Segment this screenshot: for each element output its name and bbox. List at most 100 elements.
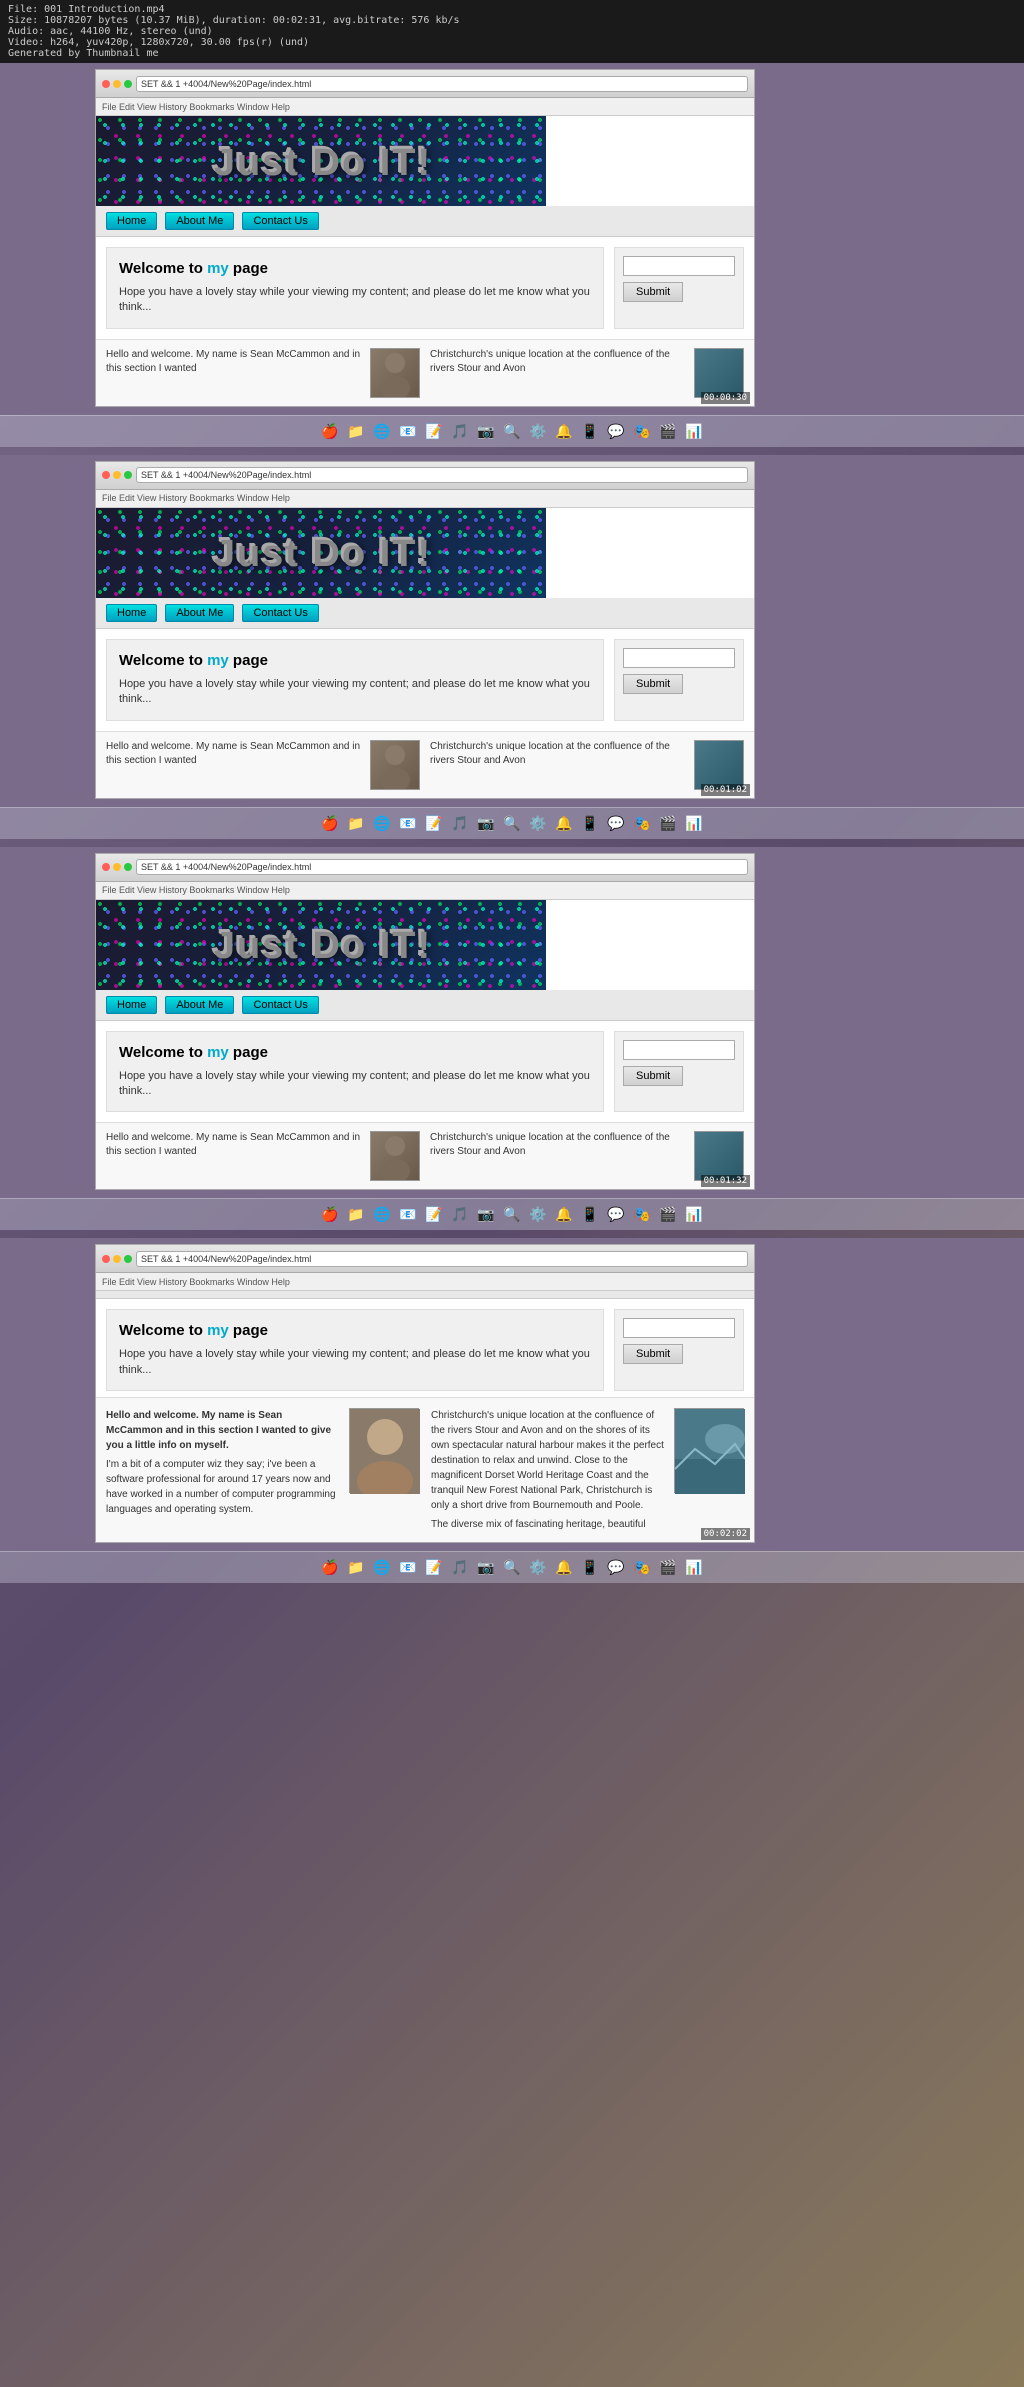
- nav-home-2[interactable]: Home: [106, 604, 157, 622]
- site-below-2: Hello and welcome. My name is Sean McCam…: [96, 731, 754, 798]
- dock-icon-2-2[interactable]: 📁: [344, 811, 368, 835]
- dock-icon-4-15[interactable]: 📊: [682, 1556, 706, 1580]
- address-bar-4[interactable]: SET && 1 +4004/New%20Page/index.html: [136, 1251, 748, 1267]
- address-bar-1[interactable]: SET && 1 +4004/New%20Page/index.html: [136, 76, 748, 92]
- dock-icon-2-8[interactable]: 🔍: [500, 811, 524, 835]
- close-button-2[interactable]: [102, 471, 110, 479]
- nav-home-1[interactable]: Home: [106, 212, 157, 230]
- dock-icon-3-2[interactable]: 📁: [344, 1203, 368, 1227]
- dock-icon-3-9[interactable]: ⚙️: [526, 1203, 550, 1227]
- dock-icon-3-8[interactable]: 🔍: [500, 1203, 524, 1227]
- dock-icon-15[interactable]: 📊: [682, 419, 706, 443]
- dock-icon-6[interactable]: 🎵: [448, 419, 472, 443]
- dock-icon-2-10[interactable]: 🔔: [552, 811, 576, 835]
- dock-icon-2-7[interactable]: 📷: [474, 811, 498, 835]
- dock-icon-14[interactable]: 🎬: [656, 419, 680, 443]
- dock-icon-3-3[interactable]: 🌐: [370, 1203, 394, 1227]
- dock-icon-3-5[interactable]: 📝: [422, 1203, 446, 1227]
- dock-icon-3-12[interactable]: 💬: [604, 1203, 628, 1227]
- dock-icon-11[interactable]: 📱: [578, 419, 602, 443]
- dock-icon-10[interactable]: 🔔: [552, 419, 576, 443]
- maximize-button-2[interactable]: [124, 471, 132, 479]
- dock-icon-5[interactable]: 📝: [422, 419, 446, 443]
- nav-contact-1[interactable]: Contact Us: [242, 212, 318, 230]
- maximize-button-1[interactable]: [124, 80, 132, 88]
- dock-icon-2-9[interactable]: ⚙️: [526, 811, 550, 835]
- dock-icon-3[interactable]: 🌐: [370, 419, 394, 443]
- sidebar-submit-4[interactable]: Submit: [623, 1344, 683, 1364]
- nav-about-1[interactable]: About Me: [165, 212, 234, 230]
- dock-icon-2[interactable]: 📁: [344, 419, 368, 443]
- sidebar-input-3[interactable]: [623, 1040, 735, 1060]
- dock-icon-3-4[interactable]: 📧: [396, 1203, 420, 1227]
- dock-icon-3-15[interactable]: 📊: [682, 1203, 706, 1227]
- sidebar-submit-3[interactable]: Submit: [623, 1066, 683, 1086]
- sidebar-submit-1[interactable]: Submit: [623, 282, 683, 302]
- segment-1: SET && 1 +4004/New%20Page/index.html Fil…: [0, 63, 1024, 447]
- dock-icon-3-13[interactable]: 🎭: [630, 1203, 654, 1227]
- video-generated: Generated by Thumbnail me: [8, 48, 1016, 59]
- site-nav-2: Home About Me Contact Us: [96, 598, 754, 629]
- dock-icon-2-3[interactable]: 🌐: [370, 811, 394, 835]
- maximize-button-3[interactable]: [124, 863, 132, 871]
- sidebar-input-2[interactable]: [623, 648, 735, 668]
- dock-icon-3-11[interactable]: 📱: [578, 1203, 602, 1227]
- dock-icon-4-5[interactable]: 📝: [422, 1556, 446, 1580]
- dock-icon-2-12[interactable]: 💬: [604, 811, 628, 835]
- dock-icon-4-1[interactable]: 🍎: [318, 1556, 342, 1580]
- nav-about-2[interactable]: About Me: [165, 604, 234, 622]
- close-button-4[interactable]: [102, 1255, 110, 1263]
- window-container-2: SET && 1 +4004/New%20Page/index.html Fil…: [0, 455, 1024, 807]
- maximize-button-4[interactable]: [124, 1255, 132, 1263]
- sidebar-submit-2[interactable]: Submit: [623, 674, 683, 694]
- minimize-button-4[interactable]: [113, 1255, 121, 1263]
- dock-icon-2-15[interactable]: 📊: [682, 811, 706, 835]
- sidebar-input-4[interactable]: [623, 1318, 735, 1338]
- dock-icon-4-7[interactable]: 📷: [474, 1556, 498, 1580]
- sidebar-input-1[interactable]: [623, 256, 735, 276]
- dock-icon-4-13[interactable]: 🎭: [630, 1556, 654, 1580]
- dock-icon-13[interactable]: 🎭: [630, 419, 654, 443]
- dock-icon-2-11[interactable]: 📱: [578, 811, 602, 835]
- dock-icon-9[interactable]: ⚙️: [526, 419, 550, 443]
- dock-icon-3-6[interactable]: 🎵: [448, 1203, 472, 1227]
- dock-icon-finder[interactable]: 🍎: [318, 419, 342, 443]
- minimize-button-3[interactable]: [113, 863, 121, 871]
- dock-icon-3-1[interactable]: 🍎: [318, 1203, 342, 1227]
- dock-icon-4-3[interactable]: 🌐: [370, 1556, 394, 1580]
- dock-icon-4-9[interactable]: ⚙️: [526, 1556, 550, 1580]
- minimize-button-1[interactable]: [113, 80, 121, 88]
- dock-icon-2-6[interactable]: 🎵: [448, 811, 472, 835]
- site-below-1: Hello and welcome. My name is Sean McCam…: [96, 339, 754, 406]
- dock-icon-2-1[interactable]: 🍎: [318, 811, 342, 835]
- dock-icon-12[interactable]: 💬: [604, 419, 628, 443]
- nav-home-3[interactable]: Home: [106, 996, 157, 1014]
- dock-icon-8[interactable]: 🔍: [500, 419, 524, 443]
- dock-icon-4-4[interactable]: 📧: [396, 1556, 420, 1580]
- dock-icon-4-14[interactable]: 🎬: [656, 1556, 680, 1580]
- dock-icon-2-4[interactable]: 📧: [396, 811, 420, 835]
- dock-icon-2-13[interactable]: 🎭: [630, 811, 654, 835]
- dock-icon-4-10[interactable]: 🔔: [552, 1556, 576, 1580]
- dock-icon-7[interactable]: 📷: [474, 419, 498, 443]
- close-button-3[interactable]: [102, 863, 110, 871]
- dock-icon-4-12[interactable]: 💬: [604, 1556, 628, 1580]
- dock-icon-4-8[interactable]: 🔍: [500, 1556, 524, 1580]
- dock-icon-4-6[interactable]: 🎵: [448, 1556, 472, 1580]
- nav-contact-3[interactable]: Contact Us: [242, 996, 318, 1014]
- dock-icon-2-5[interactable]: 📝: [422, 811, 446, 835]
- dock-icon-2-14[interactable]: 🎬: [656, 811, 680, 835]
- address-bar-2[interactable]: SET && 1 +4004/New%20Page/index.html: [136, 467, 748, 483]
- minimize-button-2[interactable]: [113, 471, 121, 479]
- dock-icon-4[interactable]: 📧: [396, 419, 420, 443]
- address-bar-3[interactable]: SET && 1 +4004/New%20Page/index.html: [136, 859, 748, 875]
- dock-icon-4-11[interactable]: 📱: [578, 1556, 602, 1580]
- dock-icon-3-10[interactable]: 🔔: [552, 1203, 576, 1227]
- dock-icon-4-2[interactable]: 📁: [344, 1556, 368, 1580]
- dock-icon-3-7[interactable]: 📷: [474, 1203, 498, 1227]
- dock-icon-3-14[interactable]: 🎬: [656, 1203, 680, 1227]
- nav-contact-2[interactable]: Contact Us: [242, 604, 318, 622]
- nav-about-3[interactable]: About Me: [165, 996, 234, 1014]
- segment-4: SET && 1 +4004/New%20Page/index.html Fil…: [0, 1238, 1024, 1583]
- close-button-1[interactable]: [102, 80, 110, 88]
